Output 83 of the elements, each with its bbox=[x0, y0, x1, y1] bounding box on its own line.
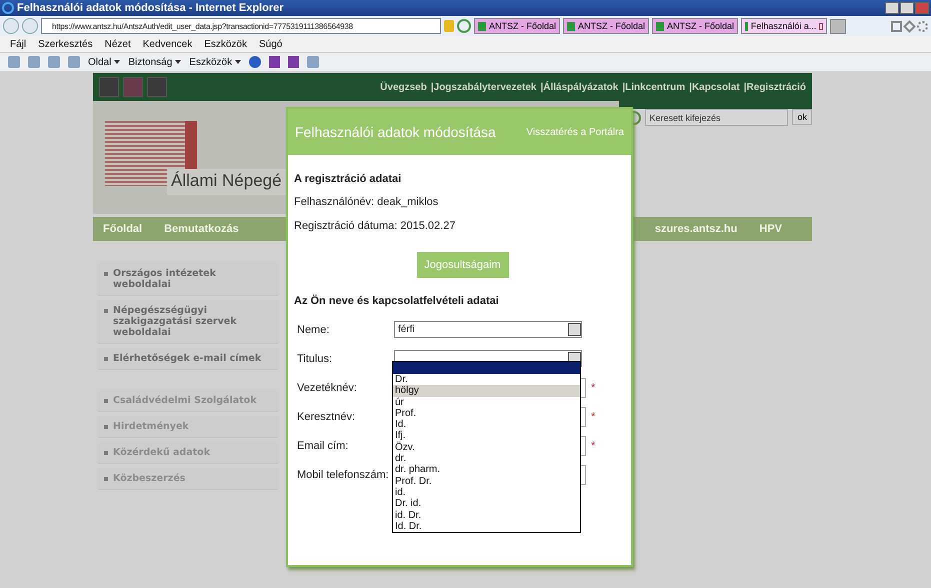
help-icon[interactable] bbox=[249, 56, 262, 68]
browser-tab[interactable]: ANTSZ - Főoldal bbox=[652, 18, 738, 34]
caret-icon[interactable] bbox=[175, 60, 182, 64]
field-label: Email cím: bbox=[297, 440, 350, 452]
dropdown-option[interactable]: dr. bbox=[393, 453, 580, 464]
dropdown-option[interactable]: Id. bbox=[393, 419, 580, 430]
bullet-icon bbox=[104, 451, 108, 455]
menu-item[interactable]: Szerkesztés bbox=[38, 38, 93, 50]
caret-icon[interactable] bbox=[114, 60, 120, 64]
dropdown-option[interactable]: Prof. Dr. bbox=[393, 476, 580, 487]
address-bar[interactable]: https://www.antsz.hu/AntszAuth/edit_user_data.jsp?transactionid=7775319111386564938 bbox=[41, 18, 441, 34]
browser-tab[interactable]: Felhasználói a... bbox=[741, 18, 827, 34]
field-label: Vezetéknév: bbox=[297, 382, 358, 394]
cross-icon bbox=[567, 22, 575, 30]
select-field[interactable]: férfi bbox=[394, 321, 582, 338]
cross-icon bbox=[478, 22, 486, 30]
dropdown-option[interactable]: Dr. bbox=[393, 374, 580, 386]
cross-icon bbox=[656, 22, 664, 30]
menu-item[interactable]: Nézet bbox=[104, 38, 131, 50]
top-link[interactable]: |Álláspályázatok bbox=[540, 82, 618, 92]
banner-title: Állami Népegé bbox=[167, 169, 286, 195]
top-link[interactable]: |Regisztráció bbox=[744, 82, 806, 92]
tab-label: ANTSZ - Főoldal bbox=[578, 21, 645, 31]
dropdown-option[interactable]: Özv. bbox=[393, 442, 580, 454]
back-button[interactable] bbox=[3, 18, 19, 34]
date-text: Regisztráció dátuma: 2015.02.27 bbox=[294, 220, 456, 232]
section-heading: Az Ön neve és kapcsolatfelvételi adatai bbox=[294, 295, 500, 307]
restore-button[interactable] bbox=[900, 2, 914, 14]
dropdown-option[interactable]: dr. pharm. bbox=[393, 464, 580, 476]
menu-item[interactable]: Kedvencek bbox=[142, 38, 192, 50]
minimize-button[interactable] bbox=[885, 2, 899, 14]
tab-close-icon[interactable] bbox=[819, 22, 823, 30]
top-link[interactable]: |Jogszabálytervezetek bbox=[430, 82, 536, 92]
bullet-icon bbox=[104, 357, 108, 361]
refresh-icon[interactable] bbox=[457, 19, 471, 33]
required-mark: * bbox=[591, 382, 596, 394]
new-tab-button[interactable] bbox=[830, 18, 846, 34]
top-link[interactable]: |Kapcsolat bbox=[689, 82, 740, 92]
ok-button[interactable]: ok bbox=[792, 109, 812, 125]
tab-label: ANTSZ - Főoldal bbox=[488, 21, 556, 31]
cross-icon bbox=[745, 22, 748, 30]
field-label: Neme: bbox=[297, 324, 330, 336]
url-text: https://www.antsz.hu/AntszAuth/edit_user_data.jsp?transactionid=7775319111386564938 bbox=[52, 22, 353, 30]
top-link[interactable]: Üvegzseb bbox=[380, 82, 427, 92]
tab-label: ANTSZ - Főoldal bbox=[666, 21, 734, 31]
modal-title: Felhasználói adatok módosítása bbox=[295, 124, 496, 140]
dropdown-option[interactable]: id. Dr. bbox=[393, 510, 580, 521]
browser-tab[interactable]: ANTSZ - Főoldal bbox=[563, 18, 649, 34]
caret-icon[interactable] bbox=[235, 60, 242, 64]
section-heading: A regisztráció adatai bbox=[294, 173, 402, 185]
menu-item[interactable]: Súgó bbox=[259, 38, 282, 50]
forward-button[interactable] bbox=[22, 18, 38, 34]
menu-item[interactable]: Eszközök bbox=[204, 38, 247, 50]
username-text: Felhasználónév: deak_miklos bbox=[294, 196, 440, 208]
menu-item[interactable]: Fájl bbox=[10, 38, 26, 50]
bullet-icon bbox=[104, 399, 108, 403]
dropdown-option[interactable]: Dr. id. bbox=[393, 498, 580, 510]
lock-icon bbox=[444, 20, 454, 32]
required-mark: * bbox=[591, 440, 596, 452]
dropdown-option[interactable]: úr bbox=[393, 396, 580, 408]
dropdown-option[interactable]: Id. Dr. bbox=[393, 520, 580, 532]
bullet-icon bbox=[104, 272, 108, 276]
field-label: Mobil telefonszám: bbox=[297, 468, 390, 480]
tab-label: Felhasználói a... bbox=[750, 21, 816, 31]
search-field[interactable]: Keresett kifejezés bbox=[645, 109, 788, 126]
field-label: Keresztnév: bbox=[297, 410, 356, 422]
browser-logo-icon bbox=[2, 2, 14, 14]
command-menu[interactable]: Eszközök bbox=[189, 56, 232, 68]
dropdown-option[interactable]: hölgy bbox=[393, 385, 580, 397]
required-mark: * bbox=[591, 410, 596, 422]
bullet-icon bbox=[104, 477, 108, 481]
select-value: férfi bbox=[398, 324, 415, 335]
command-menu[interactable]: Oldal bbox=[88, 56, 112, 68]
top-link[interactable]: |Linkcentrum bbox=[622, 82, 686, 92]
dropdown-option[interactable]: id. bbox=[393, 486, 580, 498]
dropdown-option[interactable]: Ifj. bbox=[393, 430, 580, 442]
command-menu[interactable]: Biztonság bbox=[128, 56, 172, 68]
bullet-icon bbox=[104, 425, 108, 429]
browser-tab[interactable]: ANTSZ - Főoldal bbox=[474, 18, 560, 34]
bullet-icon bbox=[104, 309, 108, 313]
window-title: Felhasználói adatok módosítása - Internet Explorer bbox=[17, 2, 284, 14]
field-label: Titulus: bbox=[297, 352, 334, 364]
dropdown-option[interactable]: Prof. bbox=[393, 408, 580, 420]
